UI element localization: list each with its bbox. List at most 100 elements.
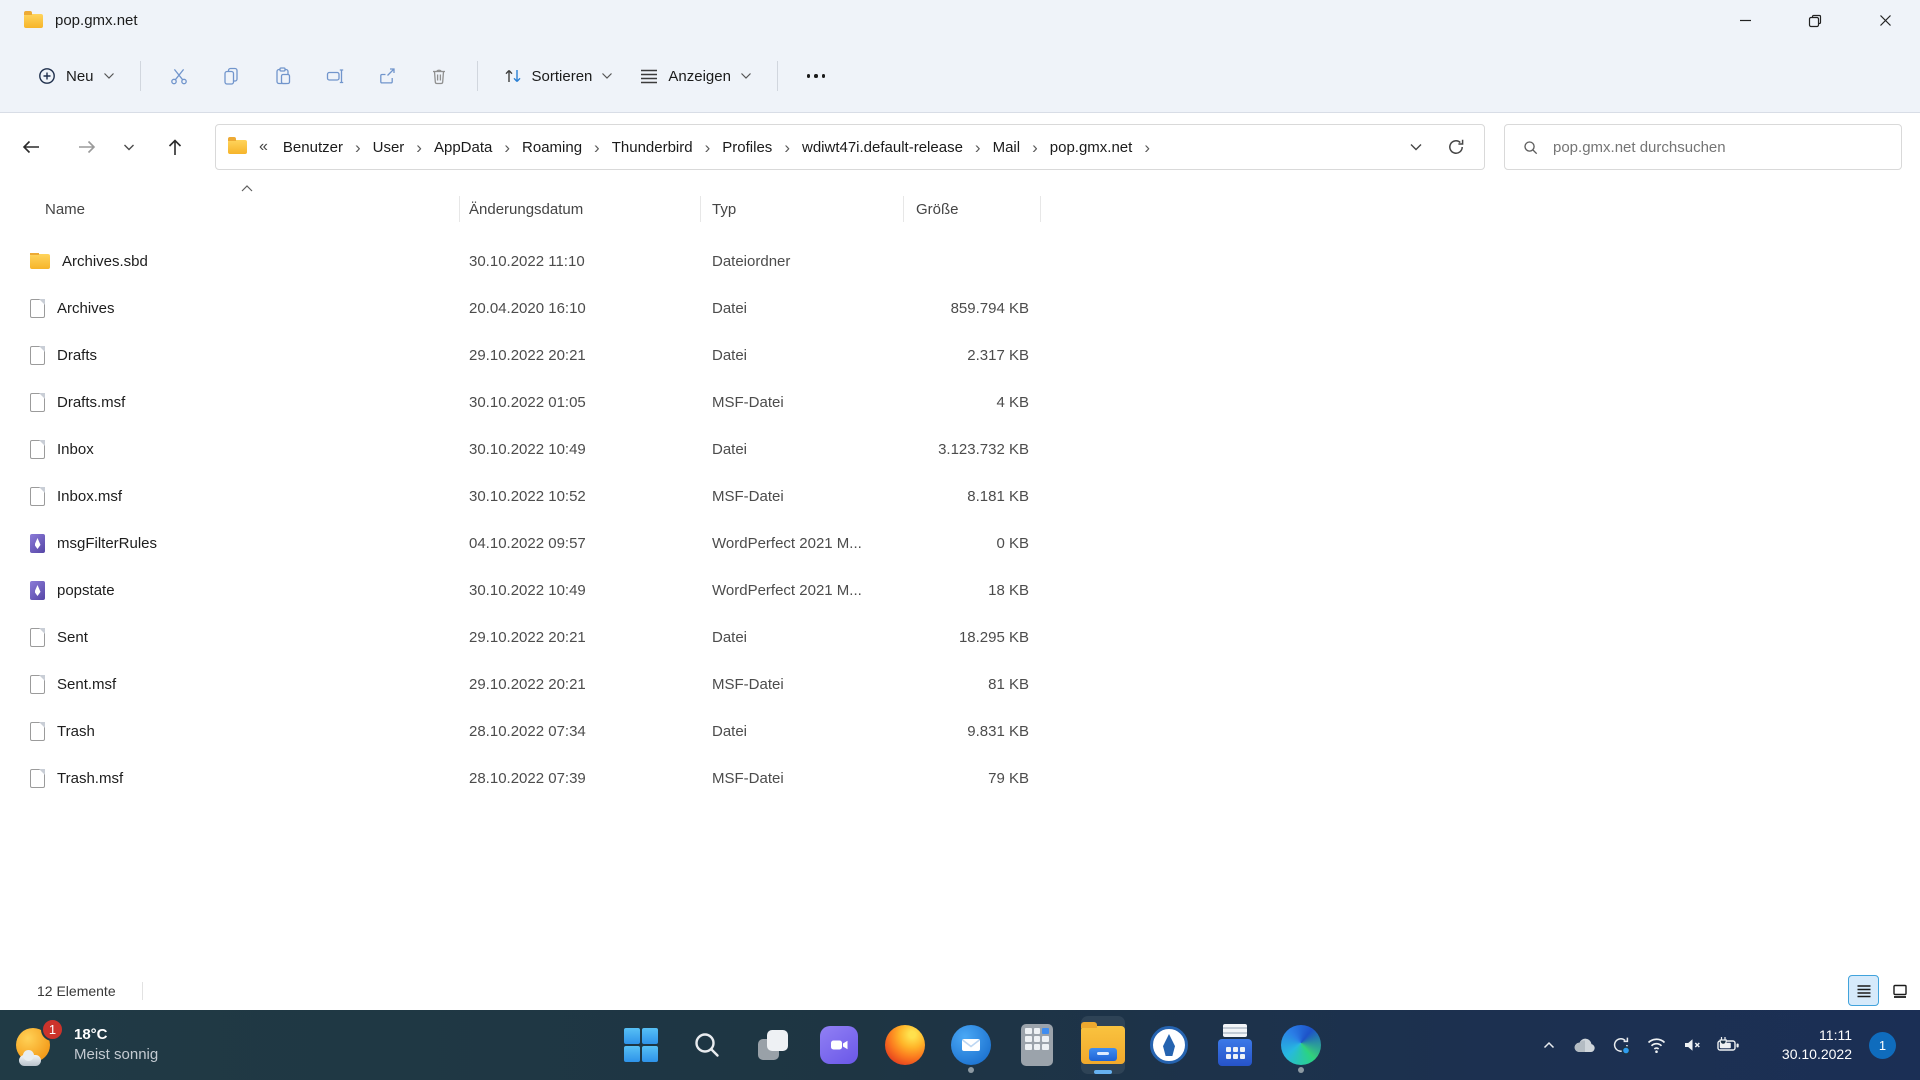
speaker-muted-icon <box>1682 1035 1703 1055</box>
file-explorer-button[interactable] <box>1081 1016 1125 1074</box>
file-row[interactable]: Trash 28.10.2022 07:34 Datei 9.831 KB <box>0 708 1100 755</box>
fax-app-button[interactable] <box>1213 1016 1257 1074</box>
breadcrumb-overflow[interactable]: « <box>247 138 276 156</box>
recent-locations-button[interactable] <box>112 126 146 168</box>
sync-status-button[interactable] <box>1606 1025 1635 1065</box>
breadcrumb-separator-icon[interactable]: › <box>1139 139 1155 156</box>
thunderbird-button[interactable] <box>949 1016 993 1074</box>
clock[interactable]: 11:11 30.10.2022 <box>1782 1026 1852 1064</box>
column-divider[interactable] <box>1040 196 1041 222</box>
file-row[interactable]: Inbox.msf 30.10.2022 10:52 MSF-Datei 8.1… <box>0 473 1100 520</box>
wordperfect-button[interactable] <box>1147 1016 1191 1074</box>
file-size: 9.831 KB <box>903 723 1029 740</box>
more-options-button[interactable] <box>790 55 842 97</box>
edge-button[interactable] <box>1279 1016 1323 1074</box>
share-button[interactable] <box>361 55 413 97</box>
sort-button-label: Sortieren <box>532 68 593 85</box>
file-row[interactable]: Archives.sbd 30.10.2022 11:10 Dateiordne… <box>0 238 1100 285</box>
file-row[interactable]: Trash.msf 28.10.2022 07:39 MSF-Datei 79 … <box>0 755 1100 802</box>
breadcrumb-item[interactable]: pop.gmx.net <box>1043 136 1140 159</box>
file-row[interactable]: Drafts.msf 30.10.2022 01:05 MSF-Datei 4 … <box>0 379 1100 426</box>
breadcrumb-separator-icon[interactable]: › <box>411 139 427 156</box>
breadcrumb-separator-icon[interactable]: › <box>589 139 605 156</box>
firefox-button[interactable] <box>883 1016 927 1074</box>
breadcrumb-separator-icon[interactable]: › <box>970 139 986 156</box>
file-type: WordPerfect 2021 M... <box>700 582 903 599</box>
chat-button[interactable] <box>817 1016 861 1074</box>
wifi-button[interactable] <box>1642 1025 1671 1065</box>
file-row[interactable]: msgFilterRules 04.10.2022 09:57 WordPerf… <box>0 520 1100 567</box>
breadcrumb-separator-icon[interactable]: › <box>350 139 366 156</box>
breadcrumb-item[interactable]: User <box>366 136 412 159</box>
folder-icon <box>30 254 50 269</box>
close-button[interactable] <box>1850 0 1920 41</box>
search-input[interactable] <box>1553 139 1885 156</box>
calculator-button[interactable] <box>1015 1016 1059 1074</box>
column-header-type[interactable]: Typ <box>700 201 903 218</box>
up-button[interactable] <box>154 126 196 168</box>
column-header-size[interactable]: Größe <box>903 201 1029 218</box>
address-bar[interactable]: « Benutzer›User›AppData›Roaming›Thunderb… <box>215 124 1485 170</box>
file-row[interactable]: popstate 30.10.2022 10:49 WordPerfect 20… <box>0 567 1100 614</box>
ellipsis-icon <box>807 74 826 78</box>
file-type: Datei <box>700 347 903 364</box>
column-divider[interactable] <box>903 196 904 222</box>
file-row[interactable]: Sent.msf 29.10.2022 20:21 MSF-Datei 81 K… <box>0 661 1100 708</box>
tray-overflow-button[interactable] <box>1534 1025 1563 1065</box>
breadcrumb-item[interactable]: AppData <box>427 136 499 159</box>
column-header-date[interactable]: Änderungsdatum <box>459 201 700 218</box>
start-button[interactable] <box>619 1016 663 1074</box>
thumbnails-view-icon <box>1892 983 1908 999</box>
battery-charging-button[interactable] <box>1714 1025 1743 1065</box>
refresh-icon[interactable] <box>1446 137 1466 157</box>
breadcrumb-item[interactable]: Roaming <box>515 136 589 159</box>
notification-badge[interactable]: 1 <box>1869 1032 1896 1059</box>
edge-icon <box>1281 1025 1321 1065</box>
command-bar: Neu Sort <box>0 41 1920 111</box>
breadcrumb-separator-icon[interactable]: › <box>499 139 515 156</box>
view-button[interactable]: Anzeigen <box>626 55 765 97</box>
weather-condition: Meist sonnig <box>74 1045 158 1065</box>
breadcrumb-item[interactable]: Benutzer <box>276 136 350 159</box>
new-button[interactable]: Neu <box>24 55 128 97</box>
breadcrumb-item[interactable]: wdiwt47i.default-release <box>795 136 970 159</box>
column-divider[interactable] <box>700 196 701 222</box>
file-size: 2.317 KB <box>903 347 1029 364</box>
back-button[interactable] <box>10 126 52 168</box>
paste-button[interactable] <box>257 55 309 97</box>
rename-button[interactable] <box>309 55 361 97</box>
file-type: Datei <box>700 300 903 317</box>
details-view-toggle[interactable] <box>1848 975 1879 1006</box>
sort-button[interactable]: Sortieren <box>490 55 627 97</box>
breadcrumb-item[interactable]: Profiles <box>715 136 779 159</box>
copy-button[interactable] <box>205 55 257 97</box>
breadcrumb-separator-icon[interactable]: › <box>779 139 795 156</box>
breadcrumb-item[interactable]: Mail <box>986 136 1028 159</box>
onedrive-button[interactable] <box>1570 1025 1599 1065</box>
cut-button[interactable] <box>153 55 205 97</box>
widgets-button[interactable]: 1 18°C Meist sonnig <box>16 1016 158 1074</box>
breadcrumb-item[interactable]: Thunderbird <box>605 136 700 159</box>
restore-button[interactable] <box>1780 0 1850 41</box>
chevron-down-icon <box>103 72 115 80</box>
clock-time: 11:11 <box>1782 1026 1852 1045</box>
breadcrumb-separator-icon[interactable]: › <box>700 139 716 156</box>
file-row[interactable]: Drafts 29.10.2022 20:21 Datei 2.317 KB <box>0 332 1100 379</box>
task-view-button[interactable] <box>751 1016 795 1074</box>
taskbar-search-button[interactable] <box>685 1016 729 1074</box>
thumbnails-view-toggle[interactable] <box>1884 975 1915 1006</box>
file-row[interactable]: Inbox 30.10.2022 10:49 Datei 3.123.732 K… <box>0 426 1100 473</box>
delete-button[interactable] <box>413 55 465 97</box>
file-row[interactable]: Archives 20.04.2020 16:10 Datei 859.794 … <box>0 285 1100 332</box>
volume-muted-button[interactable] <box>1678 1025 1707 1065</box>
file-row[interactable]: Sent 29.10.2022 20:21 Datei 18.295 KB <box>0 614 1100 661</box>
trash-icon <box>429 66 449 86</box>
address-dropdown-icon[interactable] <box>1406 137 1426 157</box>
forward-button[interactable] <box>66 126 108 168</box>
column-header-name[interactable]: Name <box>0 201 459 218</box>
minimize-button[interactable] <box>1710 0 1780 41</box>
widgets-badge: 1 <box>41 1018 64 1041</box>
column-divider[interactable] <box>459 196 460 222</box>
breadcrumb-separator-icon[interactable]: › <box>1027 139 1043 156</box>
windows-start-icon <box>624 1028 658 1062</box>
